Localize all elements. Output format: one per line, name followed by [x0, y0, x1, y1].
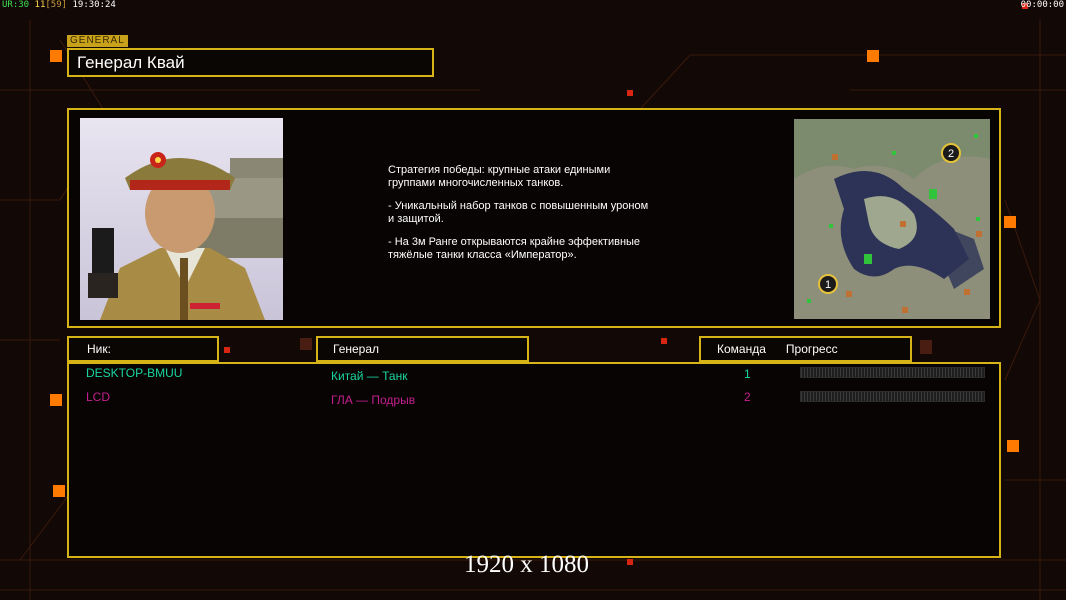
- player-progress-bar: [800, 391, 985, 402]
- fps-label: UR:: [2, 0, 19, 10]
- header-team-label: Команда: [717, 342, 766, 356]
- hud-value-a: 11: [34, 0, 46, 10]
- player-nick: LCD: [86, 390, 111, 404]
- minimap: 2 1: [794, 119, 990, 319]
- game-timer: 00:00:00: [1020, 0, 1064, 10]
- description-line: - Уникальный набор танков с повышенным у…: [388, 200, 649, 225]
- general-name: Генерал Квай: [67, 48, 434, 77]
- description-line: Стратегия победы: крупные атаки едиными …: [388, 164, 611, 189]
- player-team: 1: [744, 367, 751, 381]
- player-general: ГЛА — Подрыв: [331, 393, 416, 407]
- player-team: 2: [744, 390, 751, 404]
- clock: 19:30:24: [72, 0, 116, 10]
- resolution-label: 1920 x 1080: [464, 551, 589, 578]
- fps-value: 30: [18, 0, 30, 10]
- general-portrait: [80, 118, 283, 320]
- header-team-progress: Команда Прогресс: [699, 336, 912, 362]
- start-marker-2: 2: [948, 148, 954, 160]
- fps-counter: UR:30 11[59] 19:30:24: [2, 0, 116, 10]
- player-progress-bar: [800, 367, 985, 378]
- general-tag: GENERAL: [67, 35, 128, 47]
- header-general: Генерал: [316, 336, 529, 362]
- player-nick: DESKTOP-BMUU: [86, 366, 183, 380]
- hud-value-b: [59]: [45, 0, 68, 10]
- description-line: - На 3м Ранге открываются крайне эффекти…: [388, 236, 641, 261]
- start-marker-1: 1: [825, 279, 831, 291]
- player-general: Китай — Танк: [331, 369, 408, 383]
- header-nick-label: Ник:: [87, 342, 111, 356]
- header-general-label: Генерал: [333, 342, 380, 356]
- general-description: Стратегия победы: крупные атаки едиными …: [388, 164, 748, 272]
- header-nick: Ник:: [67, 336, 219, 362]
- header-progress-label: Прогресс: [785, 342, 838, 356]
